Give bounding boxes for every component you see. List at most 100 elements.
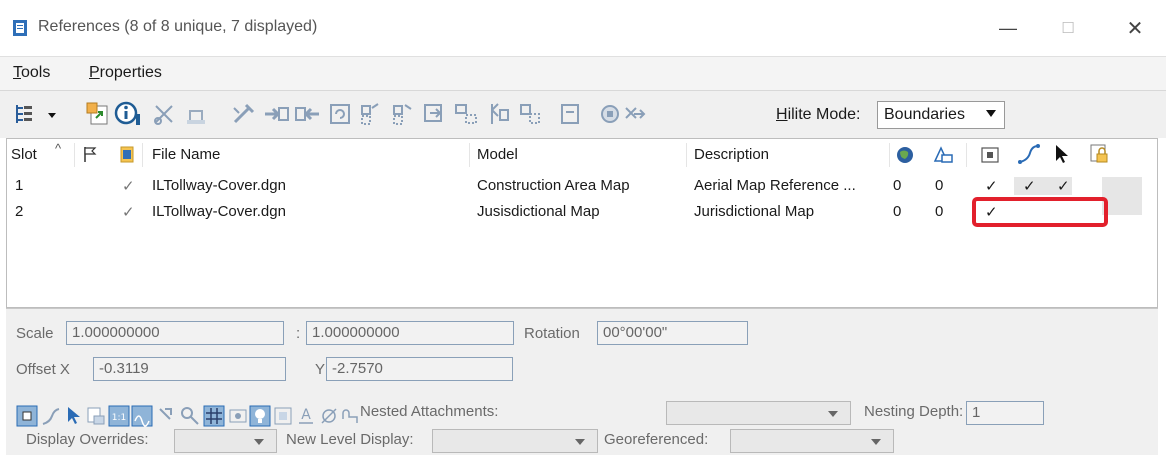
scale-icon[interactable]	[356, 100, 384, 128]
text-annotation-icon[interactable]: A	[295, 405, 317, 427]
description-cell: Jurisdictional Map	[694, 203, 815, 220]
snap-toggle[interactable]: ✓	[1023, 177, 1036, 195]
model-cell: Jusisdictional Map	[477, 203, 600, 220]
mirror-vertical-icon[interactable]	[420, 100, 448, 128]
menu-properties[interactable]: Properties	[89, 64, 162, 82]
locate-toggle[interactable]: ✓	[1057, 177, 1070, 195]
display-overrides-select[interactable]	[174, 429, 277, 453]
tree-view-dropdown-icon[interactable]	[38, 100, 56, 128]
clip-mask-icon[interactable]	[484, 100, 512, 128]
references-app-icon	[13, 20, 27, 36]
file-name-cell: ILTollway-Cover.dgn	[152, 177, 286, 194]
sort-ascending-icon: ^	[55, 141, 62, 156]
chevron-down-icon	[871, 439, 881, 445]
model-cell: Construction Area Map	[477, 177, 630, 194]
snap-toggle-icon[interactable]	[40, 405, 62, 427]
hilite-mode-label-text: ilite Mode:	[787, 106, 861, 123]
rotation-input[interactable]: 00°00'00"	[597, 321, 748, 345]
header-divider	[686, 143, 687, 167]
table-header: Slot ^ File Name Model Description	[7, 139, 1157, 171]
detach-icon[interactable]	[150, 100, 178, 128]
chevron-down-icon	[828, 411, 838, 417]
mirror-horizontal-icon[interactable]	[388, 100, 416, 128]
grid-display-icon[interactable]	[203, 405, 225, 427]
properties-panel: Scale 1.000000000 : 1.000000000 Rotation…	[6, 308, 1158, 455]
header-slot[interactable]: Slot	[11, 146, 37, 163]
snap-references-icon[interactable]	[179, 405, 201, 427]
clip-boundary-icon[interactable]	[452, 100, 480, 128]
close-button[interactable]: ✕	[1110, 8, 1160, 48]
count-cell: 0	[893, 177, 902, 194]
scale-line-styles-icon[interactable]	[131, 405, 153, 427]
scale-input[interactable]: 1.000000000	[66, 321, 284, 345]
slot-cell: 1	[15, 177, 24, 194]
document-icon[interactable]	[120, 146, 134, 163]
description-cell: Aerial Map Reference ...	[694, 177, 856, 194]
offset-y-input[interactable]: -2.7570	[326, 357, 513, 381]
display-icon[interactable]	[981, 146, 999, 164]
display-toggle[interactable]: ✓	[985, 177, 998, 195]
nested-attachments-select[interactable]	[666, 401, 851, 425]
new-level-display-label: New Level Display:	[286, 431, 414, 448]
offset-x-input[interactable]: -0.3119	[93, 357, 286, 381]
display-check[interactable]: ✓	[122, 203, 135, 221]
count-cell: 0	[935, 203, 944, 220]
hilite-mode-value: Boundaries	[884, 106, 965, 123]
rotate-icon[interactable]	[326, 100, 354, 128]
reload-icon[interactable]	[182, 100, 210, 128]
rotation-label: Rotation	[524, 325, 580, 342]
globe-icon[interactable]	[895, 145, 915, 165]
scale-label: Scale	[16, 325, 54, 342]
offset-x-label: Offset X	[16, 361, 70, 378]
locate-cursor-icon[interactable]	[1054, 144, 1070, 164]
menu-tools[interactable]: Tools	[13, 64, 50, 82]
minimize-button[interactable]: —	[983, 8, 1033, 48]
hilite-mode-hotkey: H	[776, 106, 788, 123]
move-icon[interactable]	[262, 100, 290, 128]
lock-toggle-icon[interactable]	[85, 405, 107, 427]
clip-front-icon[interactable]	[556, 100, 584, 128]
header-model[interactable]: Model	[477, 146, 518, 163]
nesting-depth-label: Nesting Depth:	[864, 403, 964, 420]
new-level-display-select[interactable]	[432, 429, 598, 453]
header-file-name[interactable]: File Name	[152, 146, 220, 163]
header-divider	[469, 143, 470, 167]
header-divider	[142, 143, 143, 167]
georeferenced-label: Georeferenced:	[604, 431, 709, 448]
header-divider	[74, 143, 75, 167]
nested-attachments-label: Nested Attachments:	[360, 403, 499, 420]
hilite-mode-select[interactable]: Boundaries	[877, 101, 1005, 129]
raster-display-icon[interactable]	[227, 405, 249, 427]
header-divider	[966, 143, 967, 167]
nested-icon[interactable]	[339, 405, 361, 427]
ignore-attachment-icon[interactable]	[156, 405, 178, 427]
tree-view-icon[interactable]	[12, 100, 40, 128]
display-check[interactable]: ✓	[122, 177, 135, 195]
snap-icon[interactable]	[1017, 143, 1041, 165]
flag-icon[interactable]	[82, 145, 98, 163]
nesting-depth-input[interactable]: 1	[966, 401, 1044, 425]
hide-clipping-icon[interactable]	[318, 405, 340, 427]
make-direct-attachment-icon[interactable]	[620, 100, 648, 128]
maximize-button[interactable]: ☐	[1043, 8, 1093, 48]
attach-reference-icon[interactable]	[84, 100, 112, 128]
header-description[interactable]: Description	[694, 146, 769, 163]
scale-input-2[interactable]: 1.000000000	[306, 321, 514, 345]
file-name-cell: ILTollway-Cover.dgn	[152, 203, 286, 220]
true-scale-icon[interactable]: 1:1	[108, 405, 130, 427]
lock-icon[interactable]	[1089, 143, 1109, 165]
chevron-down-icon	[986, 110, 996, 117]
copy-icon[interactable]	[294, 100, 322, 128]
exchange-icon[interactable]	[230, 100, 258, 128]
clip-delete-icon[interactable]	[516, 100, 544, 128]
rendering-icon[interactable]	[272, 405, 294, 427]
display-toggle-icon[interactable]	[16, 405, 38, 427]
table-row[interactable]: 1 ✓ ILTollway-Cover.dgn Construction Are…	[7, 177, 1157, 215]
light-bulb-icon[interactable]	[249, 405, 271, 427]
locate-toggle-icon[interactable]	[62, 405, 84, 427]
scale-separator: :	[296, 325, 301, 342]
shapes-icon[interactable]	[932, 145, 954, 165]
reference-info-icon[interactable]	[114, 100, 142, 128]
georeferenced-select[interactable]	[730, 429, 894, 453]
slot-cell: 2	[15, 203, 24, 220]
